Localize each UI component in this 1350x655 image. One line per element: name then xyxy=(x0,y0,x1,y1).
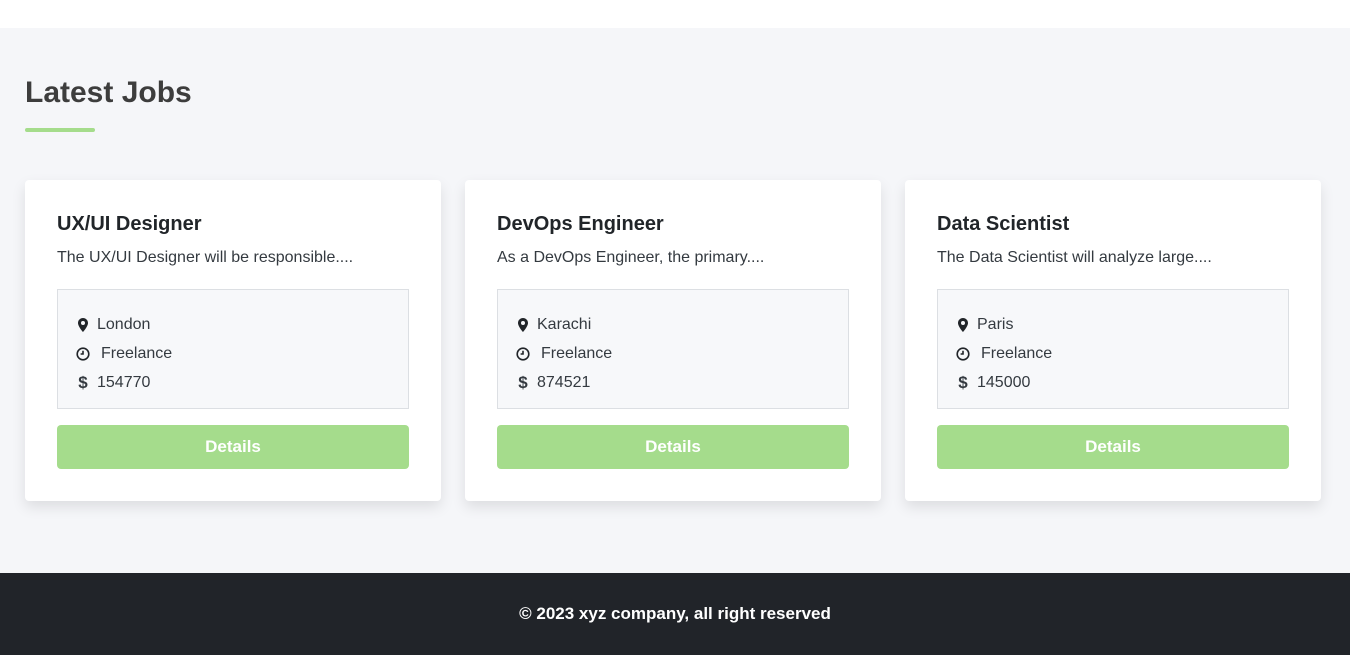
job-title: DevOps Engineer xyxy=(497,213,664,235)
job-meta-box: Paris Freelance $ 145000 xyxy=(937,289,1289,409)
details-button[interactable]: Details xyxy=(497,425,849,469)
clock-icon xyxy=(514,345,532,363)
job-salary: 874521 xyxy=(537,373,591,391)
footer-copyright: © 2023 xyz company, all right reserved xyxy=(519,604,831,623)
title-underline xyxy=(25,128,95,132)
job-type-row: Freelance xyxy=(954,339,1272,368)
job-cards: UX/UI Designer The UX/UI Designer will b… xyxy=(25,180,1321,501)
dollar-icon: $ xyxy=(78,372,88,392)
job-salary-row: $ 154770 xyxy=(74,368,392,397)
map-marker-icon xyxy=(74,316,92,334)
job-title: UX/UI Designer xyxy=(57,213,202,235)
job-salary: 154770 xyxy=(97,373,151,391)
job-type: Freelance xyxy=(541,344,613,362)
clock-icon xyxy=(954,345,972,363)
job-type-row: Freelance xyxy=(74,339,392,368)
job-location-row: London xyxy=(74,310,392,339)
job-location: London xyxy=(97,315,151,333)
job-meta-box: Karachi Freelance $ 874521 xyxy=(497,289,849,409)
map-marker-icon xyxy=(514,316,532,334)
job-salary: 145000 xyxy=(977,373,1031,391)
job-location: Karachi xyxy=(537,315,592,333)
job-salary-row: $ 874521 xyxy=(514,368,832,397)
job-description: The Data Scientist will analyze large...… xyxy=(937,249,1212,266)
details-button[interactable]: Details xyxy=(57,425,409,469)
job-description: The UX/UI Designer will be responsible..… xyxy=(57,249,354,266)
job-salary-row: $ 145000 xyxy=(954,368,1272,397)
footer: © 2023 xyz company, all right reserved xyxy=(0,573,1350,655)
job-type: Freelance xyxy=(981,344,1053,362)
job-type: Freelance xyxy=(101,344,173,362)
latest-jobs-section: Latest Jobs UX/UI Designer The UX/UI Des… xyxy=(0,28,1350,573)
job-description: As a DevOps Engineer, the primary.... xyxy=(497,249,765,266)
job-type-row: Freelance xyxy=(514,339,832,368)
section-title: Latest Jobs xyxy=(25,76,192,109)
details-button[interactable]: Details xyxy=(937,425,1289,469)
job-location-row: Paris xyxy=(954,310,1272,339)
clock-icon xyxy=(74,345,92,363)
top-strip xyxy=(0,0,1350,28)
dollar-icon: $ xyxy=(958,372,968,392)
job-card: UX/UI Designer The UX/UI Designer will b… xyxy=(25,180,441,501)
job-meta-box: London Freelance $ 154770 xyxy=(57,289,409,409)
dollar-icon: $ xyxy=(518,372,528,392)
job-card: Data Scientist The Data Scientist will a… xyxy=(905,180,1321,501)
job-location: Paris xyxy=(977,315,1014,333)
job-title: Data Scientist xyxy=(937,213,1070,235)
job-location-row: Karachi xyxy=(514,310,832,339)
map-marker-icon xyxy=(954,316,972,334)
job-card: DevOps Engineer As a DevOps Engineer, th… xyxy=(465,180,881,501)
